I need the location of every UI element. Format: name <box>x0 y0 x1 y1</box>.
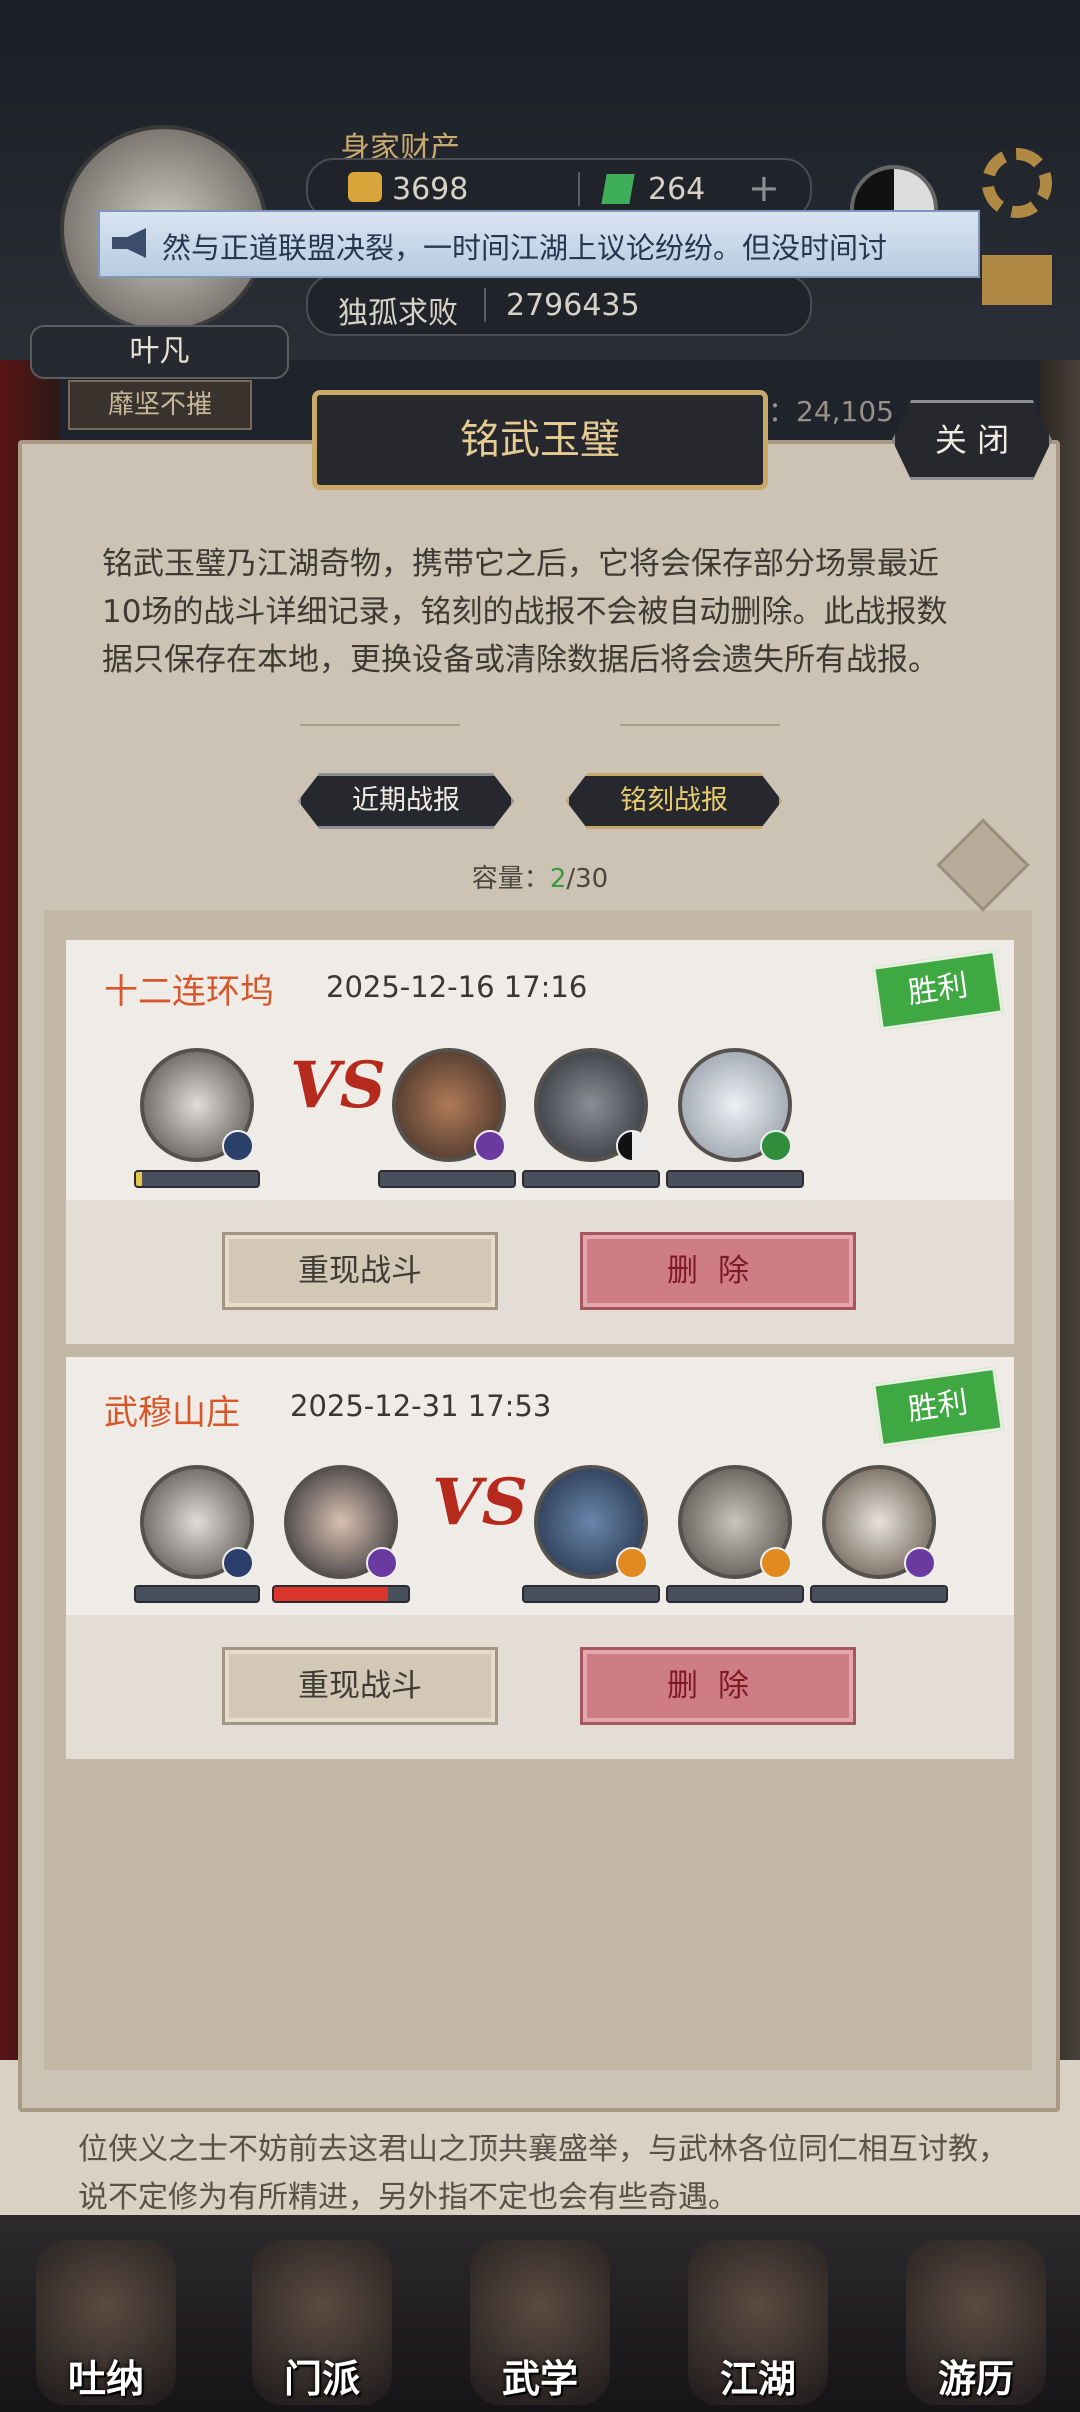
battle-actions <box>66 1615 1014 1759</box>
divider <box>484 288 486 322</box>
story-text: 位侠义之士不妨前去这君山之顶共襄盛举，与武林各位同仁相互讨教，说不定修为有所精进… <box>78 2132 1008 2215</box>
taiji-badge-icon <box>616 1130 648 1162</box>
battle-location: 十二连环坞 <box>104 972 274 1012</box>
nav-label: 江湖 <box>719 2356 796 2401</box>
capacity-used: 2 <box>549 864 567 894</box>
dialog-title: 铭武玉璧 <box>312 390 768 490</box>
sword-badge-icon <box>474 1130 506 1162</box>
dialog-description: 铭武玉璧乃江湖奇物，携带它之后，它将会保存部分场景最近10场的战斗详细记录，铭刻… <box>102 546 948 678</box>
rank-value: 2796435 <box>506 288 640 323</box>
add-currency-button[interactable]: + <box>748 166 780 210</box>
capacity-total: /30 <box>566 864 609 894</box>
nav-label: 吐纳 <box>67 2356 144 2401</box>
nav-item-breathing[interactable]: 吐纳 <box>36 2240 176 2405</box>
enemy-portrait <box>534 1048 648 1162</box>
tab-recent-reports[interactable]: 近期战报 <box>298 773 514 829</box>
replay-battle-button[interactable]: 重现战斗 <box>222 1647 498 1725</box>
nav-label: 游历 <box>937 2356 1014 2401</box>
replay-battle-button[interactable]: 重现战斗 <box>222 1232 498 1310</box>
player-name: 叶凡 <box>30 325 289 379</box>
male-symbol-icon <box>222 1547 254 1579</box>
enemy-portrait <box>822 1465 936 1579</box>
battle-time: 2025-12-16 17:16 <box>326 970 588 1004</box>
battle-card: 十二连环坞 2025-12-16 17:16 胜利 VS 重现战斗 删除 <box>66 940 1014 1344</box>
announcement-marquee: 然与正道联盟决裂，一时间江湖上议论纷纷。但没时间讨 <box>98 210 980 278</box>
gold-amount: 3698 <box>392 172 469 207</box>
enemy-hp-bar <box>522 1170 660 1188</box>
hp-fill <box>136 1172 143 1186</box>
sword-badge-icon <box>366 1547 398 1579</box>
megaphone-icon <box>112 228 146 258</box>
rank-bar: 独孤求败 2796435 <box>306 274 812 336</box>
vs-emblem: VS <box>432 1465 528 1540</box>
close-button[interactable]: 关 闭 <box>892 400 1052 480</box>
divider <box>578 172 580 206</box>
enemy-hp-bar <box>378 1170 516 1188</box>
battle-time: 2025-12-31 17:53 <box>290 1389 552 1423</box>
flame-badge-icon <box>760 1547 792 1579</box>
gear-icon[interactable] <box>982 148 1052 218</box>
enemy-portrait <box>534 1465 648 1579</box>
male-symbol-icon <box>222 1130 254 1162</box>
divider-ornament <box>300 724 460 726</box>
jade-icon <box>601 174 635 204</box>
battle-actions <box>66 1200 1014 1344</box>
vs-emblem: VS <box>290 1048 386 1123</box>
delete-battle-button[interactable]: 删除 <box>580 1232 856 1310</box>
leaf-badge-icon <box>760 1130 792 1162</box>
enemy-portrait <box>678 1465 792 1579</box>
jade-amount: 264 <box>648 172 706 207</box>
sword-badge-icon <box>904 1547 936 1579</box>
gold-ingot-icon <box>348 172 382 202</box>
enemy-portrait <box>678 1048 792 1162</box>
ally-portrait <box>140 1048 254 1162</box>
mail-icon[interactable] <box>982 255 1052 305</box>
nav-label: 门派 <box>283 2356 360 2401</box>
ally-hp-bar <box>272 1585 410 1603</box>
nav-item-sect[interactable]: 门派 <box>252 2240 392 2405</box>
delete-battle-button[interactable]: 删除 <box>580 1647 856 1725</box>
enemy-hp-bar <box>810 1585 948 1603</box>
battle-card: 武穆山庄 2025-12-31 17:53 胜利 VS 重现战斗 删除 <box>66 1357 1014 1759</box>
nav-item-martial-arts[interactable]: 武学 <box>470 2240 610 2405</box>
capacity-indicator: 容量：2/30 <box>0 858 1080 895</box>
enemy-hp-bar <box>666 1585 804 1603</box>
nav-item-travel[interactable]: 游历 <box>906 2240 1046 2405</box>
battle-location: 武穆山庄 <box>104 1393 240 1433</box>
player-title: 靡坚不摧 <box>68 380 252 430</box>
rank-name: 独孤求败 <box>338 296 458 331</box>
nav-item-jianghu[interactable]: 江湖 <box>688 2240 828 2405</box>
ally-hp-bar <box>134 1170 260 1188</box>
enemy-hp-bar <box>666 1170 804 1188</box>
hp-fill <box>274 1587 388 1601</box>
ally-hp-bar <box>134 1585 260 1603</box>
enemy-hp-bar <box>522 1585 660 1603</box>
nav-label: 武学 <box>501 2356 578 2401</box>
capacity-label: 容量： <box>471 864 550 894</box>
ally-portrait <box>284 1465 398 1579</box>
announcement-text: 然与正道联盟决裂，一时间江湖上议论纷纷。但没时间讨 <box>162 231 888 265</box>
enemy-portrait <box>392 1048 506 1162</box>
tab-engraved-reports[interactable]: 铭刻战报 <box>566 773 782 829</box>
ally-portrait <box>140 1465 254 1579</box>
divider-ornament <box>620 724 780 726</box>
flame-badge-icon <box>616 1547 648 1579</box>
